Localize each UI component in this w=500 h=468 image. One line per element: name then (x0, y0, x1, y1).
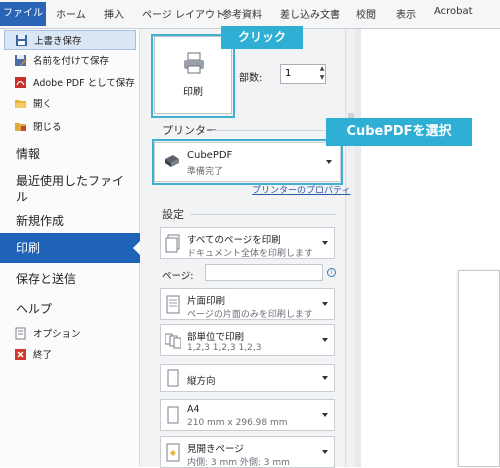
print-range-dropdown-arrow (322, 241, 328, 245)
pages-icon (165, 234, 180, 253)
margins-title: 見開きページ (187, 444, 244, 455)
orientation-select[interactable]: 縦方向 (160, 364, 335, 392)
nav-exit-label: 終了 (33, 350, 53, 361)
margins-icon (166, 443, 180, 462)
nav-help[interactable]: ヘルプ (16, 300, 52, 317)
settings-section-title: 設定 (162, 208, 184, 221)
tab-view[interactable]: 表示 (396, 6, 416, 21)
save-as-icon (15, 54, 27, 66)
collate-dropdown-arrow (322, 338, 328, 342)
pages-label: ページ: (162, 271, 194, 282)
tab-mailings[interactable]: 差し込み文書 (280, 6, 340, 21)
copies-down-arrow[interactable]: ▼ (318, 74, 326, 82)
click-callout: クリック (221, 26, 303, 49)
nav-options[interactable]: オプション (4, 323, 81, 343)
margins-subtitle: 内側: 3 mm 外側: 3 mm (187, 458, 290, 468)
pdf-icon (15, 76, 26, 88)
margins-dropdown-arrow (322, 450, 328, 454)
paper-size-select[interactable]: A4 210 mm x 296.98 mm (160, 399, 335, 431)
sides-title: 片面印刷 (187, 296, 226, 307)
portrait-icon (167, 369, 179, 387)
tab-acrobat[interactable]: Acrobat (434, 6, 473, 17)
preview-page (458, 270, 500, 467)
paper-size-dropdown-arrow (322, 413, 328, 417)
ribbon-tabs: ファイル ホーム 挿入 ページ レイアウト 参考資料 差し込み文書 校閲 表示 … (0, 0, 500, 29)
pages-input[interactable] (205, 264, 323, 281)
nav-close[interactable]: 閉じる (4, 116, 62, 136)
save-icon (16, 34, 27, 46)
collate-select[interactable]: 部単位で印刷 1,2,3 1,2,3 1,2,3 (160, 324, 335, 356)
nav-open-label: 開く (33, 99, 53, 110)
sides-dropdown-arrow (322, 302, 328, 306)
tab-references[interactable]: 参考資料 (222, 6, 262, 21)
printer-section-title: プリンター (162, 124, 217, 137)
preview-divider (355, 29, 361, 467)
copies-label: 部数: (239, 73, 263, 84)
nav-close-label: 閉じる (33, 122, 62, 133)
collate-icon (165, 333, 181, 349)
nav-info[interactable]: 情報 (16, 145, 40, 162)
settings-section-divider (190, 214, 336, 215)
collate-title: 部単位で印刷 (187, 332, 245, 343)
exit-icon (15, 348, 26, 360)
info-icon[interactable]: i (327, 268, 336, 277)
nav-save-label: 上書き保存 (34, 36, 82, 47)
nav-save-pdf[interactable]: Adobe PDF として保存 (4, 72, 135, 92)
options-icon (15, 327, 26, 339)
nav-save-send[interactable]: 保存と送信 (16, 270, 76, 287)
margins-select[interactable]: 見開きページ 内側: 3 mm 外側: 3 mm (160, 436, 335, 468)
collate-subtitle: 1,2,3 1,2,3 1,2,3 (187, 343, 262, 353)
tab-home[interactable]: ホーム (56, 6, 86, 21)
nav-options-label: オプション (33, 329, 81, 340)
paper-size-icon (167, 406, 179, 424)
nav-save-as-label: 名前を付けて保存 (33, 56, 110, 67)
sides-subtitle: ページの片面のみを印刷します (187, 310, 313, 320)
nav-print[interactable]: 印刷 (0, 233, 141, 263)
nav-recent-line1[interactable]: 最近使用したファイ (16, 172, 124, 189)
tab-review[interactable]: 校閲 (356, 6, 376, 21)
tab-insert[interactable]: 挿入 (104, 6, 124, 21)
select-printer-callout: CubePDFを選択 (326, 118, 472, 146)
printer-section-divider (212, 130, 336, 131)
single-sided-icon (166, 295, 180, 314)
copies-up-arrow[interactable]: ▲ (318, 65, 326, 73)
print-range-select[interactable]: すべてのページを印刷 ドキュメント全体を印刷します (160, 227, 335, 259)
nav-save-pdf-label: Adobe PDF として保存 (33, 78, 135, 89)
nav-exit[interactable]: 終了 (4, 344, 52, 364)
nav-save-as[interactable]: 名前を付けて保存 (4, 50, 109, 70)
paper-size-subtitle: 210 mm x 296.98 mm (187, 418, 288, 428)
open-folder-icon (15, 99, 27, 108)
tab-page-layout[interactable]: ページ レイアウト (142, 6, 225, 21)
close-folder-icon (15, 122, 26, 131)
nav-open[interactable]: 開く (4, 93, 52, 113)
printer-highlight (152, 139, 343, 185)
nav-recent-line2[interactable]: ル (16, 188, 28, 205)
paper-size-title: A4 (187, 404, 200, 415)
sides-select[interactable]: 片面印刷 ページの片面のみを印刷します (160, 288, 335, 320)
orientation-dropdown-arrow (322, 376, 328, 380)
print-range-title: すべてのページを印刷 (187, 235, 281, 246)
orientation-title: 縦方向 (187, 376, 216, 387)
panel-scrollbar[interactable] (345, 29, 355, 467)
tab-file[interactable]: ファイル (0, 2, 46, 26)
nav-new[interactable]: 新規作成 (16, 212, 64, 229)
print-range-subtitle: ドキュメント全体を印刷します (187, 249, 314, 259)
nav-save[interactable]: 上書き保存 (4, 30, 136, 50)
